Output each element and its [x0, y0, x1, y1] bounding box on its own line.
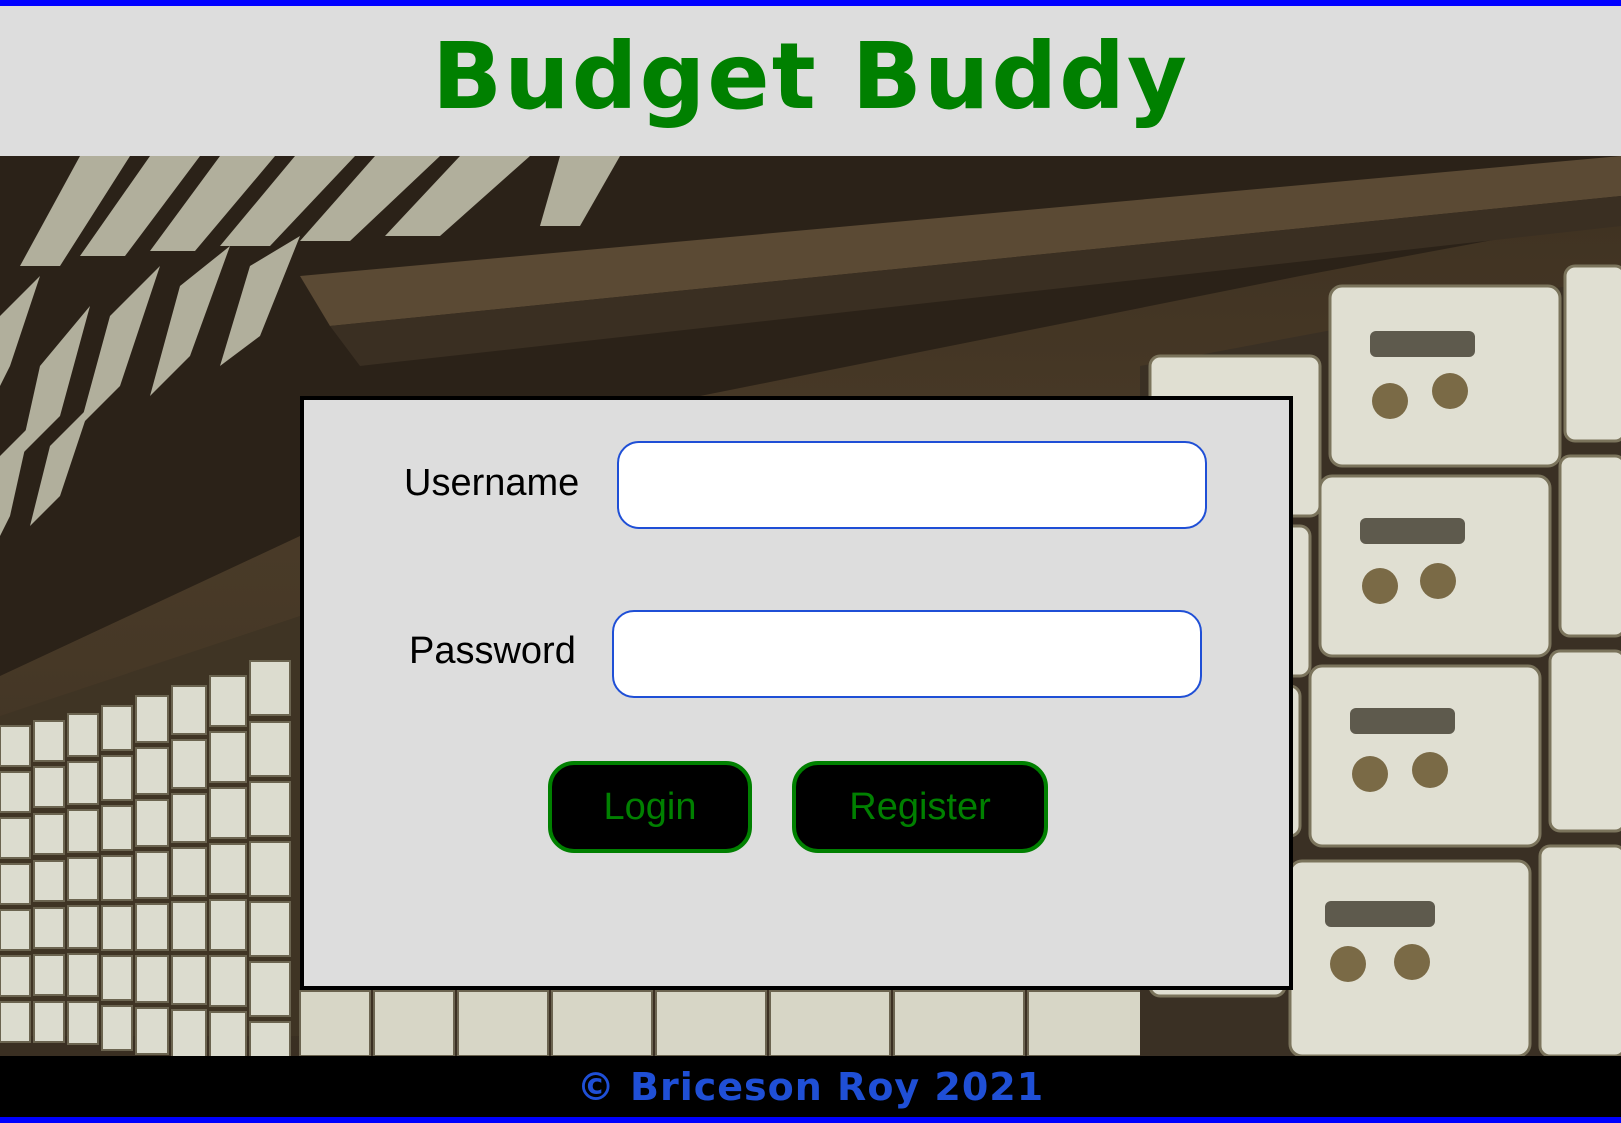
username-label: Username — [404, 462, 580, 504]
site-title: Budget Buddy — [431, 23, 1190, 130]
page: Budget Buddy Username Password Login Reg… — [0, 0, 1621, 1123]
login-button[interactable]: Login — [548, 761, 752, 853]
footer: © Briceson Roy 2021 — [0, 1056, 1621, 1117]
register-button[interactable]: Register — [792, 761, 1048, 853]
password-label: Password — [409, 630, 576, 672]
copyright-text: © Briceson Roy 2021 — [576, 1064, 1045, 1109]
header: Budget Buddy — [0, 6, 1621, 156]
login-panel: Username Password Login Register — [300, 396, 1293, 990]
password-input[interactable] — [612, 610, 1202, 698]
username-input[interactable] — [617, 441, 1207, 529]
bottom-border — [0, 1117, 1621, 1123]
